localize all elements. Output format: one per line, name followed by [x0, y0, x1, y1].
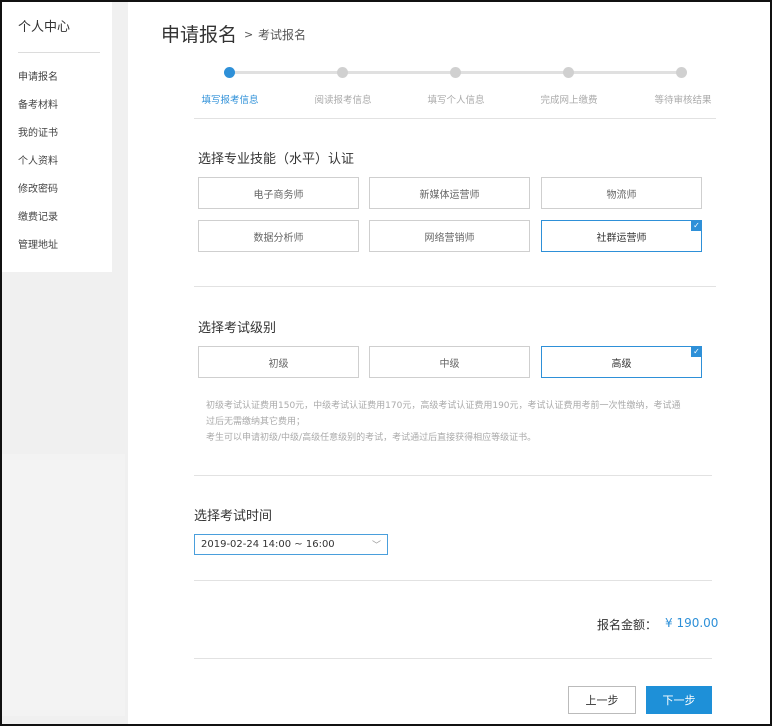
sidebar-item-profile[interactable]: 个人资料	[18, 152, 58, 167]
sidebar-lower-panel	[2, 454, 125, 716]
option-label: 数据分析师	[253, 232, 304, 244]
step-dot-1	[224, 67, 235, 78]
option-label: 物流师	[606, 189, 637, 201]
page-title: 申请报名	[161, 24, 238, 46]
fee-note-line-3: 考生可以申请初级/中级/高级任意级别的考试，考试通过后直接获得相应等级证书。	[206, 433, 537, 443]
total-amount: ¥ 190.00	[665, 616, 719, 630]
step-dot-2	[337, 67, 348, 78]
skill-option-ecommerce[interactable]: 电子商务师	[198, 177, 359, 209]
sidebar-item-payments[interactable]: 缴费记录	[18, 208, 58, 223]
option-label: 社群运营师	[596, 232, 647, 244]
level-option-junior[interactable]: 初级	[198, 346, 359, 378]
level-option-senior[interactable]: 高级 ✓	[541, 346, 702, 378]
breadcrumb-separator: >	[244, 28, 254, 41]
step-label-5: 等待审核结果	[654, 95, 712, 106]
option-label: 中级	[439, 358, 460, 370]
sidebar-item-apply[interactable]: 申请报名	[18, 68, 58, 83]
divider	[194, 475, 712, 476]
skill-section-title: 选择专业技能（水平）认证	[198, 152, 355, 167]
exam-time-select[interactable]: 2019-02-24 14:00 ~ 16:00 ﹀	[194, 534, 388, 555]
sidebar-title: 个人中心	[18, 20, 71, 35]
level-section-title: 选择考试级别	[198, 321, 277, 336]
prev-button[interactable]: 上一步	[568, 686, 636, 714]
option-label: 高级	[611, 358, 632, 370]
step-label-4: 完成网上缴费	[540, 95, 598, 106]
divider	[194, 118, 716, 119]
option-label: 网络营销师	[424, 232, 475, 244]
sidebar: 个人中心 申请报名 备考材料 我的证书 个人资料 修改密码 缴费记录 管理地址	[2, 2, 112, 272]
step-label-1: 填写报考信息	[201, 95, 259, 106]
sidebar-item-password[interactable]: 修改密码	[18, 180, 58, 195]
option-label: 电子商务师	[253, 189, 304, 201]
breadcrumb-current: 考试报名	[258, 28, 307, 42]
check-icon: ✓	[691, 220, 702, 231]
divider	[194, 286, 716, 287]
divider	[194, 580, 712, 581]
check-icon: ✓	[691, 346, 702, 357]
time-section-title: 选择考试时间	[194, 509, 273, 524]
step-dot-4	[563, 67, 574, 78]
skill-option-community[interactable]: 社群运营师 ✓	[541, 220, 702, 252]
sidebar-divider	[18, 52, 100, 53]
skill-option-marketing[interactable]: 网络营销师	[369, 220, 530, 252]
fee-note-line-1: 初级考试认证费用150元，中级考试认证费用170元，高级考试认证费用190元，考…	[206, 401, 681, 411]
skill-option-logistics[interactable]: 物流师	[541, 177, 702, 209]
option-label: 初级	[268, 358, 289, 370]
level-option-intermediate[interactable]: 中级	[369, 346, 530, 378]
fee-note-line-2: 过后无需缴纳其它费用；	[206, 417, 306, 427]
step-dot-5	[676, 67, 687, 78]
step-dot-3	[450, 67, 461, 78]
sidebar-item-certificates[interactable]: 我的证书	[18, 124, 58, 139]
skill-option-data-analyst[interactable]: 数据分析师	[198, 220, 359, 252]
option-label: 新媒体运营师	[419, 189, 480, 201]
skill-option-new-media[interactable]: 新媒体运营师	[369, 177, 530, 209]
sidebar-item-materials[interactable]: 备考材料	[18, 96, 58, 111]
chevron-down-icon: ﹀	[371, 541, 381, 551]
next-button[interactable]: 下一步	[646, 686, 712, 714]
exam-time-value: 2019-02-24 14:00 ~ 16:00	[201, 539, 335, 550]
main-panel: 申请报名 > 考试报名 填写报考信息 阅读报考信息 填写个人信息 完成网上缴费 …	[128, 2, 770, 724]
total-label: 报名金额：	[597, 618, 658, 632]
sidebar-item-address[interactable]: 管理地址	[18, 236, 58, 251]
step-label-2: 阅读报考信息	[314, 95, 372, 106]
step-label-3: 填写个人信息	[427, 95, 485, 106]
divider	[194, 658, 712, 659]
